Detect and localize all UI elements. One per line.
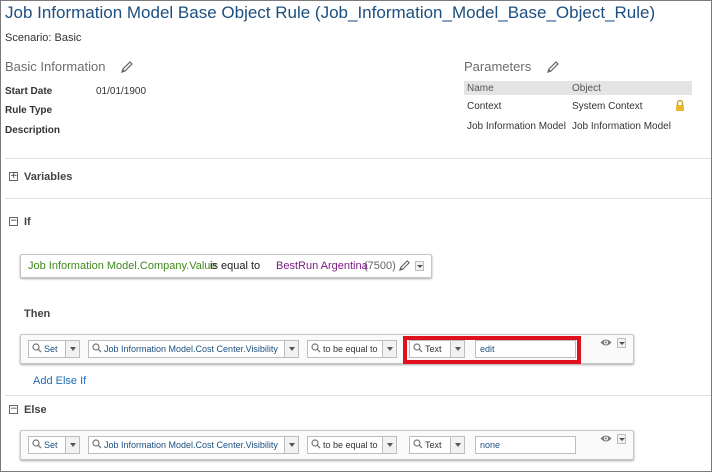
chevron-down-icon[interactable] bbox=[617, 434, 626, 444]
collapse-if-toggle[interactable]: − bbox=[9, 217, 18, 226]
lock-icon bbox=[676, 99, 684, 111]
chevron-down-icon[interactable] bbox=[450, 437, 464, 453]
condition-value[interactable]: BestRun Argentina bbox=[276, 260, 368, 272]
then-operator-select[interactable]: to be equal to bbox=[307, 340, 397, 358]
else-operator-value: to be equal to bbox=[323, 440, 378, 450]
column-header-name: Name bbox=[467, 83, 494, 94]
page-title: Job Information Model Base Object Rule (… bbox=[5, 3, 656, 22]
scenario-label: Scenario: Basic bbox=[5, 32, 82, 44]
highlight-box bbox=[403, 336, 581, 364]
search-icon bbox=[92, 343, 102, 353]
then-action-select[interactable]: Set bbox=[28, 340, 80, 358]
else-operator-select[interactable]: to be equal to bbox=[307, 436, 397, 454]
chevron-down-icon[interactable] bbox=[415, 261, 424, 271]
if-label: If bbox=[24, 216, 31, 228]
chevron-down-icon[interactable] bbox=[382, 341, 396, 357]
search-icon bbox=[32, 343, 42, 353]
expand-variables-toggle[interactable]: + bbox=[9, 172, 18, 181]
eye-icon[interactable] bbox=[600, 434, 612, 443]
else-value-input[interactable]: none bbox=[475, 436, 576, 454]
chevron-down-icon[interactable] bbox=[65, 437, 79, 453]
then-operator-value: to be equal to bbox=[323, 344, 378, 354]
then-target-select[interactable]: Job Information Model.Cost Center.Visibi… bbox=[88, 340, 299, 358]
description-label: Description bbox=[5, 125, 61, 136]
divider bbox=[5, 198, 711, 199]
variables-label[interactable]: Variables bbox=[24, 171, 72, 183]
chevron-down-icon[interactable] bbox=[284, 341, 298, 357]
else-target-value: Job Information Model.Cost Center.Visibi… bbox=[104, 440, 278, 450]
condition-value-code: (7500) bbox=[364, 260, 396, 272]
search-icon bbox=[413, 439, 423, 449]
chevron-down-icon[interactable] bbox=[382, 437, 396, 453]
pencil-icon[interactable] bbox=[398, 259, 411, 272]
chevron-down-icon[interactable] bbox=[65, 341, 79, 357]
else-type-select[interactable]: Text bbox=[409, 436, 465, 454]
collapse-else-toggle[interactable]: − bbox=[9, 405, 18, 414]
then-action-value: Set bbox=[44, 344, 58, 354]
divider bbox=[5, 158, 711, 159]
then-label: Then bbox=[24, 308, 51, 320]
else-label: Else bbox=[24, 404, 47, 416]
search-icon bbox=[92, 439, 102, 449]
param-row-name: Context bbox=[467, 101, 502, 112]
parameters-heading: Parameters bbox=[464, 59, 532, 74]
search-icon bbox=[311, 439, 321, 449]
else-type-value: Text bbox=[425, 440, 442, 450]
else-target-select[interactable]: Job Information Model.Cost Center.Visibi… bbox=[88, 436, 299, 454]
rule-type-label: Rule Type bbox=[5, 105, 53, 116]
pencil-icon[interactable] bbox=[120, 60, 134, 74]
search-icon bbox=[32, 439, 42, 449]
add-else-if-link[interactable]: Add Else If bbox=[33, 375, 86, 387]
param-row-object: Job Information Model bbox=[572, 121, 671, 132]
chevron-down-icon[interactable] bbox=[617, 338, 626, 348]
rule-editor-window bbox=[0, 0, 712, 472]
condition-operator[interactable]: is equal to bbox=[210, 260, 260, 272]
divider bbox=[5, 395, 711, 396]
param-row-object: System Context bbox=[572, 101, 643, 112]
basic-information-heading: Basic Information bbox=[5, 59, 106, 74]
chevron-down-icon[interactable] bbox=[284, 437, 298, 453]
eye-icon[interactable] bbox=[600, 338, 612, 347]
else-action-select[interactable]: Set bbox=[28, 436, 80, 454]
search-icon bbox=[311, 343, 321, 353]
condition-field[interactable]: Job Information Model.Company.Value bbox=[28, 260, 217, 272]
then-target-value: Job Information Model.Cost Center.Visibi… bbox=[104, 344, 278, 354]
start-date-value: 01/01/1900 bbox=[96, 86, 147, 97]
start-date-label: Start Date bbox=[5, 86, 53, 97]
else-action-value: Set bbox=[44, 440, 58, 450]
pencil-icon[interactable] bbox=[546, 60, 560, 74]
param-row-name: Job Information Model bbox=[467, 121, 566, 132]
column-header-object: Object bbox=[572, 83, 601, 94]
